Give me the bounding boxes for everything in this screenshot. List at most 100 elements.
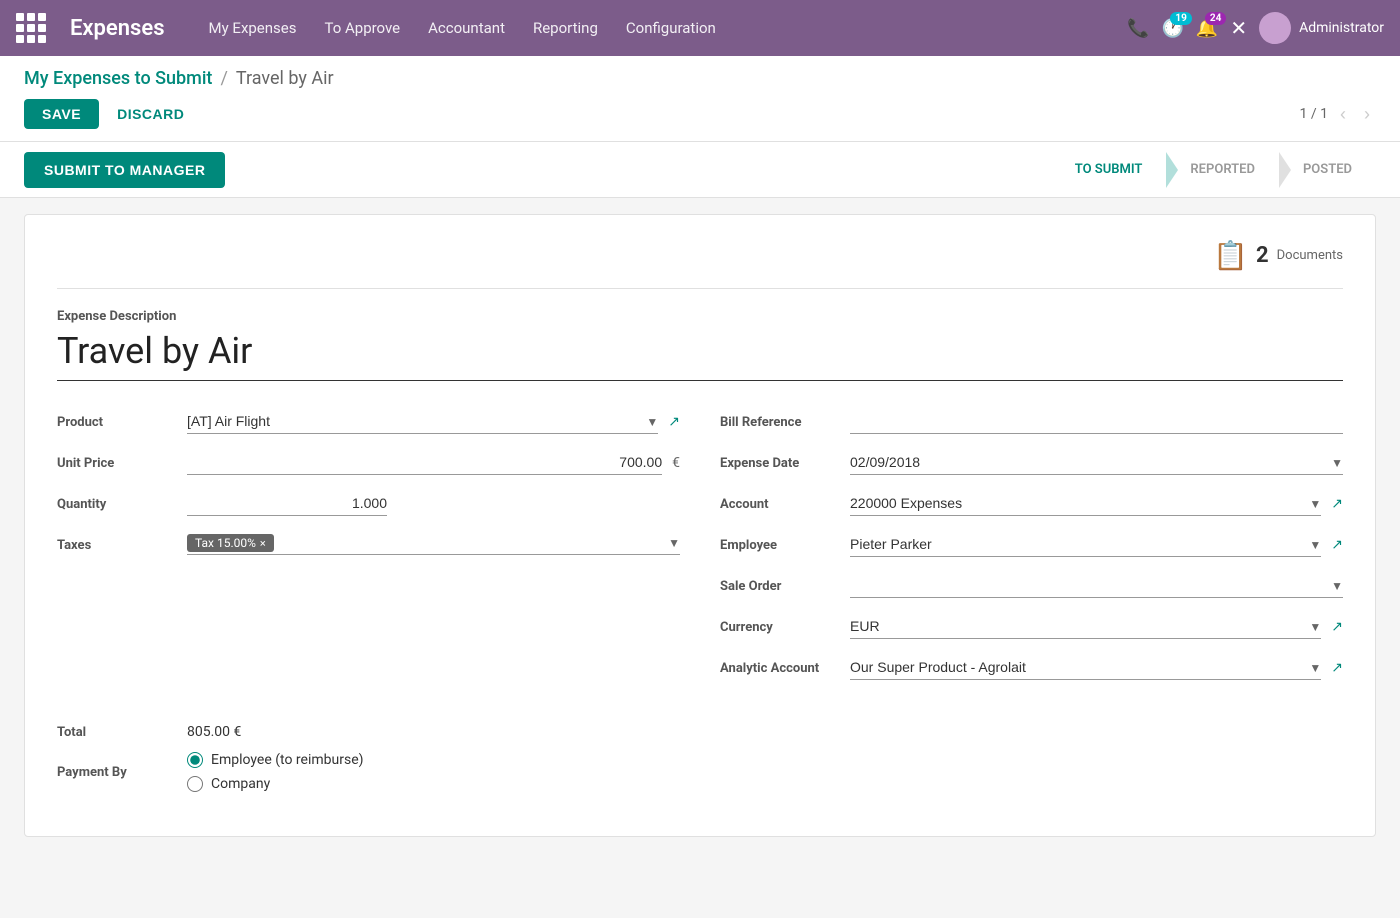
clock-icon[interactable]: 🕐 19	[1161, 18, 1183, 39]
employee-select[interactable]: Pieter Parker	[850, 532, 1321, 557]
nav-right-icons: 📞 🕐 19 🔔 24 ✕ Administrator	[1127, 12, 1384, 44]
bill-ref-field-row: Bill Reference	[720, 409, 1343, 434]
status-to-submit: TO SUBMIT	[1051, 152, 1167, 187]
status-bar: SUBMIT TO MANAGER TO SUBMIT REPORTED POS…	[0, 142, 1400, 198]
title-divider	[57, 380, 1343, 381]
analytic-external-link[interactable]: ↗	[1331, 660, 1343, 676]
total-row: Total 805.00 €	[57, 724, 1343, 740]
phone-icon[interactable]: 📞	[1127, 18, 1149, 39]
top-navigation: Expenses My Expenses To Approve Accounta…	[0, 0, 1400, 56]
nav-to-approve[interactable]: To Approve	[312, 13, 412, 43]
taxes-field-row: Taxes Tax 15.00% × ▼	[57, 532, 680, 555]
nav-links: My Expenses To Approve Accountant Report…	[197, 13, 1104, 43]
bill-ref-label: Bill Reference	[720, 409, 850, 430]
discard-button[interactable]: DISCARD	[107, 99, 194, 129]
sale-order-label: Sale Order	[720, 573, 850, 594]
employee-value-wrapper: Pieter Parker ▼ ↗	[850, 532, 1343, 557]
bill-ref-input[interactable]	[850, 409, 1343, 434]
nav-accountant[interactable]: Accountant	[416, 13, 517, 43]
status-steps: TO SUBMIT REPORTED POSTED	[1051, 152, 1376, 187]
sale-order-field-row: Sale Order ▼	[720, 573, 1343, 598]
analytic-select[interactable]: Our Super Product - Agrolait	[850, 655, 1321, 680]
documents-icon: 📋	[1213, 239, 1248, 272]
payment-employee-label: Employee (to reimburse)	[211, 752, 364, 768]
sale-order-select-wrapper: ▼	[850, 573, 1343, 598]
app-grid-icon[interactable]	[16, 13, 46, 43]
analytic-label: Analytic Account	[720, 655, 850, 676]
nav-configuration[interactable]: Configuration	[614, 13, 728, 43]
analytic-value-wrapper: Our Super Product - Agrolait ▼ ↗	[850, 655, 1343, 680]
payment-employee-radio[interactable]	[187, 752, 203, 768]
tax-badge: Tax 15.00% ×	[187, 534, 274, 552]
user-menu[interactable]: Administrator	[1259, 12, 1384, 44]
nav-reporting[interactable]: Reporting	[521, 13, 610, 43]
main-content: 📋 2 Documents Expense Description Travel…	[0, 198, 1400, 853]
close-icon[interactable]: ✕	[1230, 16, 1247, 40]
account-value-wrapper: 220000 Expenses ▼ ↗	[850, 491, 1343, 516]
status-posted: POSTED	[1279, 152, 1376, 187]
currency-field-row: Currency EUR ▼ ↗	[720, 614, 1343, 639]
payment-options-wrapper: Employee (to reimburse) Company	[187, 752, 364, 792]
analytic-field-row: Analytic Account Our Super Product - Agr…	[720, 655, 1343, 680]
currency-external-link[interactable]: ↗	[1331, 619, 1343, 635]
payment-label: Payment By	[57, 765, 187, 780]
expense-date-input[interactable]	[850, 450, 1343, 475]
avatar	[1259, 12, 1291, 44]
save-button[interactable]: SAVE	[24, 99, 99, 129]
currency-select[interactable]: EUR	[850, 614, 1321, 639]
account-external-link[interactable]: ↗	[1331, 496, 1343, 512]
documents-count: 2	[1256, 243, 1269, 268]
sale-order-value-wrapper: ▼	[850, 573, 1343, 598]
pagination: 1 / 1 ‹ ›	[1300, 102, 1376, 127]
payment-company-label: Company	[211, 776, 270, 792]
unit-price-input[interactable]	[187, 450, 662, 475]
sale-order-select[interactable]	[850, 573, 1343, 598]
expense-date-field-row: Expense Date ▼	[720, 450, 1343, 475]
form-right: Bill Reference Expense Date ▼	[720, 409, 1343, 696]
product-select-wrapper: [AT] Air Flight ▼	[187, 409, 658, 434]
tax-badge-remove[interactable]: ×	[260, 537, 266, 550]
breadcrumb-separator: /	[220, 68, 227, 89]
next-button[interactable]: ›	[1358, 102, 1376, 127]
taxes-label: Taxes	[57, 532, 187, 553]
expense-card: 📋 2 Documents Expense Description Travel…	[24, 214, 1376, 837]
payment-row: Payment By Employee (to reimburse) Compa…	[57, 752, 1343, 792]
employee-label: Employee	[720, 532, 850, 553]
employee-external-link[interactable]: ↗	[1331, 537, 1343, 553]
bell-icon[interactable]: 🔔 24	[1196, 18, 1218, 39]
documents-section: 📋 2 Documents	[57, 239, 1343, 289]
unit-price-label: Unit Price	[57, 450, 187, 471]
taxes-value-wrapper: Tax 15.00% × ▼	[187, 532, 680, 555]
payment-company-radio[interactable]	[187, 776, 203, 792]
account-field-row: Account 220000 Expenses ▼ ↗	[720, 491, 1343, 516]
breadcrumb-parent[interactable]: My Expenses to Submit	[24, 68, 212, 89]
unit-price-symbol: €	[672, 455, 680, 471]
submit-to-manager-button[interactable]: SUBMIT TO MANAGER	[24, 152, 225, 188]
unit-price-value-wrapper: €	[187, 450, 680, 475]
account-label: Account	[720, 491, 850, 512]
product-external-link[interactable]: ↗	[668, 414, 680, 430]
status-reported: REPORTED	[1166, 152, 1279, 187]
account-select[interactable]: 220000 Expenses	[850, 491, 1321, 516]
totals-section: Total 805.00 € Payment By Employee (to r…	[57, 724, 1343, 792]
product-select[interactable]: [AT] Air Flight	[187, 409, 658, 434]
quantity-field-row: Quantity	[57, 491, 680, 516]
prev-button[interactable]: ‹	[1334, 102, 1352, 127]
breadcrumb: My Expenses to Submit / Travel by Air	[24, 68, 1376, 89]
payment-company-option[interactable]: Company	[187, 776, 364, 792]
clock-badge: 19	[1170, 12, 1191, 25]
quantity-input[interactable]	[187, 491, 387, 516]
total-value: 805.00 €	[187, 724, 241, 740]
user-name: Administrator	[1299, 20, 1384, 36]
expense-title: Travel by Air	[57, 330, 1343, 372]
taxes-wrapper: Tax 15.00% × ▼	[187, 532, 680, 555]
breadcrumb-current: Travel by Air	[236, 68, 334, 89]
account-select-wrapper: 220000 Expenses ▼	[850, 491, 1321, 516]
currency-label: Currency	[720, 614, 850, 635]
product-field-row: Product [AT] Air Flight ▼ ↗	[57, 409, 680, 434]
documents-widget[interactable]: 📋 2 Documents	[1213, 239, 1343, 272]
quantity-value-wrapper	[187, 491, 680, 516]
payment-employee-option[interactable]: Employee (to reimburse)	[187, 752, 364, 768]
pagination-label: 1 / 1	[1300, 106, 1328, 122]
nav-my-expenses[interactable]: My Expenses	[197, 13, 309, 43]
